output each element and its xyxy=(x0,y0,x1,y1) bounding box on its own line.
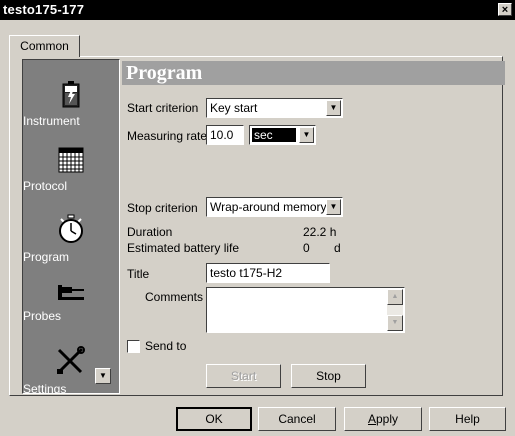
tools-icon xyxy=(57,346,85,374)
measuring-rate-label: Measuring rate xyxy=(127,129,208,143)
measuring-rate-unit-value: sec xyxy=(252,128,296,142)
battery-life-unit: d xyxy=(334,241,341,255)
measuring-rate-input[interactable]: 10.0 xyxy=(206,125,244,145)
apply-label-rest: pply xyxy=(376,412,399,426)
sidebar: Instrument Protocol Program Probes Setti… xyxy=(22,59,120,394)
stopwatch-icon xyxy=(59,214,83,243)
comments-textarea[interactable]: ▲ ▼ xyxy=(206,287,405,333)
sidebar-item-label: Program xyxy=(23,250,70,264)
sidebar-item-instrument[interactable]: Instrument xyxy=(23,80,119,128)
send-to-checkbox[interactable] xyxy=(127,340,140,353)
scroll-down-icon[interactable]: ▼ xyxy=(387,315,403,331)
comments-label: Comments xyxy=(145,290,204,304)
sidebar-item-label: Protocol xyxy=(23,179,68,193)
sidebar-item-probes[interactable]: Probes xyxy=(23,283,119,323)
duration-label: Duration xyxy=(127,225,173,239)
title-label: Title xyxy=(127,267,150,281)
battery-icon xyxy=(62,81,80,108)
start-criterion-label: Start criterion xyxy=(127,101,199,115)
probe-icon xyxy=(58,285,84,300)
scroll-up-icon[interactable]: ▲ xyxy=(387,289,403,305)
sidebar-item-protocol[interactable]: Protocol xyxy=(23,147,119,193)
sidebar-item-label: Settings xyxy=(23,382,67,394)
close-button[interactable]: × xyxy=(498,3,512,16)
comments-scrollbar[interactable]: ▲ ▼ xyxy=(387,289,403,331)
start-criterion-value: Key start xyxy=(210,101,258,115)
duration-value: 22.2 h xyxy=(303,225,337,239)
measuring-rate-unit-select[interactable]: sec ▼ xyxy=(249,125,316,145)
tab-common[interactable]: Common xyxy=(9,35,80,57)
apply-mnemonic: A xyxy=(367,412,376,426)
ok-button[interactable]: OK xyxy=(176,407,252,431)
help-button[interactable]: Help xyxy=(429,407,506,431)
chevron-down-icon[interactable]: ▼ xyxy=(326,100,341,116)
cancel-button[interactable]: Cancel xyxy=(258,407,336,431)
start-criterion-select[interactable]: Key start ▼ xyxy=(206,98,343,118)
sidebar-item-label: Instrument xyxy=(23,114,80,128)
stop-criterion-select[interactable]: Wrap-around memory ▼ xyxy=(206,197,343,217)
battery-life-label: Estimated battery life xyxy=(127,241,240,255)
sidebar-item-label: Probes xyxy=(23,309,62,323)
sidebar-scroll-down-button[interactable]: ▼ xyxy=(95,368,111,384)
window-titlebar: testo175-177 × xyxy=(0,0,515,20)
page-title: Program xyxy=(122,61,505,85)
apply-button[interactable]: Apply xyxy=(344,407,422,431)
start-button[interactable]: Start xyxy=(206,364,281,388)
stop-criterion-value: Wrap-around memory xyxy=(210,200,327,214)
table-grid-icon xyxy=(58,147,84,173)
stop-criterion-label: Stop criterion xyxy=(127,201,198,215)
title-input[interactable]: testo t175-H2 xyxy=(206,263,330,283)
window-title: testo175-177 xyxy=(3,2,85,17)
chevron-down-icon[interactable]: ▼ xyxy=(326,199,341,215)
battery-life-value: 0 xyxy=(303,241,310,255)
sidebar-item-program[interactable]: Program xyxy=(23,214,119,264)
send-to-label: Send to xyxy=(145,339,187,353)
stop-button[interactable]: Stop xyxy=(291,364,366,388)
chevron-down-icon[interactable]: ▼ xyxy=(299,127,314,143)
